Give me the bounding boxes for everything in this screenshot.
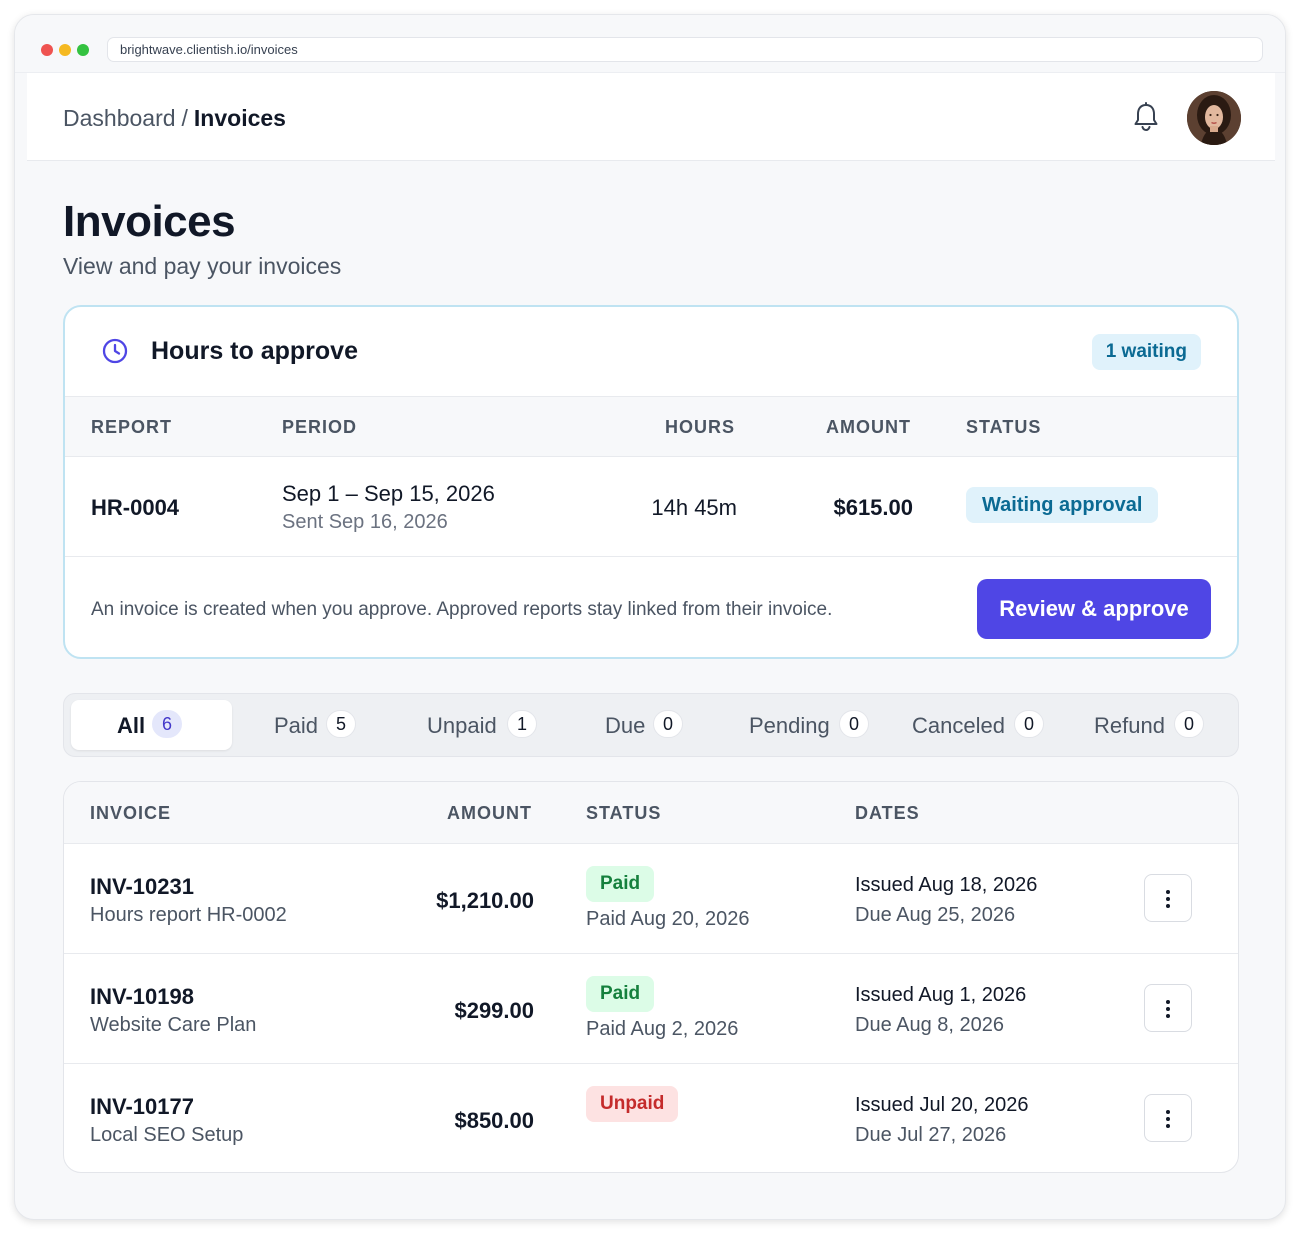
invoice-filter-tabs: All 6 Paid 5 Unpaid 1 Due 0 Pending 0 Ca… (63, 693, 1239, 757)
col-report: REPORT (91, 417, 173, 437)
breadcrumb-dashboard-link[interactable]: Dashboard (63, 105, 176, 131)
app-header: Dashboard / Invoices (27, 73, 1275, 161)
tab-count: 0 (1014, 710, 1044, 738)
tab-label: All (117, 713, 146, 738)
invoice-id[interactable]: INV-10177 (90, 1094, 194, 1120)
col-status: STATUS (966, 417, 1042, 437)
tab-due[interactable]: Due 0 (603, 700, 693, 750)
user-avatar-icon (1187, 91, 1241, 145)
page-subtitle: View and pay your invoices (63, 253, 342, 279)
paid-date: Paid Aug 2, 2026 (586, 1018, 739, 1040)
review-approve-button[interactable]: Review & approve (977, 579, 1211, 639)
address-bar[interactable]: brightwave.clientish.io/invoices (107, 37, 1263, 62)
tab-label: Unpaid (427, 713, 497, 738)
browser-window: brightwave.clientish.io/invoices Dashboa… (14, 14, 1286, 1220)
invoice-amount: $299.00 (454, 998, 534, 1023)
tab-count: 0 (839, 710, 869, 738)
invoice-amount: $1,210.00 (436, 888, 534, 913)
col-hours: HOURS (664, 417, 735, 437)
invoice-description: Website Care Plan (90, 1014, 257, 1036)
col-amount: AMOUNT (826, 417, 911, 437)
page-title: Invoices (63, 197, 236, 246)
issued-date: Issued Jul 20, 2026 (855, 1094, 1029, 1116)
report-amount: $615.00 (833, 495, 913, 520)
col-invoice: INVOICE (90, 803, 172, 823)
invoice-id[interactable]: INV-10231 (90, 874, 194, 900)
breadcrumb-separator: / (181, 105, 188, 131)
table-row[interactable]: HR-0004 Sep 1 – Sep 15, 2026 Sent Sep 16… (65, 457, 1237, 557)
paid-date: Paid Aug 20, 2026 (586, 908, 750, 930)
avatar[interactable] (1187, 91, 1241, 145)
col-amount: AMOUNT (447, 803, 532, 823)
tab-count: 6 (152, 710, 182, 738)
tab-count: 1 (507, 710, 537, 738)
tab-unpaid[interactable]: Unpaid 1 (425, 700, 540, 750)
tab-paid[interactable]: Paid 5 (272, 700, 372, 750)
breadcrumb: Dashboard / Invoices (63, 105, 286, 132)
clock-icon (102, 338, 128, 364)
tab-label: Pending (749, 713, 830, 738)
tab-canceled[interactable]: Canceled 0 (910, 700, 1055, 750)
invoice-amount: $850.00 (454, 1108, 534, 1133)
invoices-table: INVOICE AMOUNT STATUS DATES INV-10231 Ho… (63, 781, 1239, 1173)
invoice-description: Hours report HR-0002 (90, 904, 287, 926)
minimize-window-dot[interactable] (59, 44, 71, 56)
tab-label: Paid (274, 713, 319, 738)
tab-label: Canceled (912, 713, 1005, 738)
tab-count: 0 (1174, 710, 1204, 738)
approval-title: Hours to approve (151, 337, 358, 365)
tab-label: Due (605, 713, 646, 738)
breadcrumb-current: Invoices (193, 105, 286, 131)
table-row[interactable]: INV-10231 Hours report HR-0002 $1,210.00… (64, 844, 1238, 954)
tab-pending[interactable]: Pending 0 (747, 700, 877, 750)
row-actions-button[interactable] (1144, 984, 1192, 1032)
hours-approval-card: Hours to approve 1 waiting REPORT PERIOD… (63, 305, 1239, 659)
invoice-id[interactable]: INV-10198 (90, 984, 194, 1010)
approval-card-header: Hours to approve 1 waiting (65, 307, 1237, 397)
approval-table-header: REPORT PERIOD HOURS AMOUNT STATUS (65, 397, 1237, 457)
close-window-dot[interactable] (41, 44, 53, 56)
due-date: Due Aug 8, 2026 (855, 1014, 1005, 1036)
report-sent-date: Sent Sep 16, 2026 (282, 511, 448, 533)
tab-label: Refund (1094, 713, 1165, 738)
report-hours: 14h 45m (651, 495, 737, 520)
tab-refund[interactable]: Refund 0 (1092, 700, 1232, 750)
col-period: PERIOD (282, 417, 358, 437)
table-row[interactable]: INV-10177 Local SEO Setup $850.00 Unpaid… (64, 1064, 1238, 1172)
status-badge: Paid (586, 976, 655, 1012)
report-period: Sep 1 – Sep 15, 2026 (282, 481, 495, 506)
tab-all[interactable]: All 6 (71, 700, 232, 750)
table-row[interactable]: INV-10198 Website Care Plan $299.00 Paid… (64, 954, 1238, 1064)
tab-count: 5 (326, 710, 356, 738)
issued-date: Issued Aug 18, 2026 (855, 874, 1038, 896)
browser-chrome: brightwave.clientish.io/invoices (15, 15, 1285, 73)
main-content: Invoices View and pay your invoices Hour… (27, 161, 1275, 1209)
due-date: Due Aug 25, 2026 (855, 904, 1016, 926)
row-actions-button[interactable] (1144, 1094, 1192, 1142)
report-id: HR-0004 (91, 495, 180, 520)
invoice-description: Local SEO Setup (90, 1124, 244, 1146)
tab-count: 0 (653, 710, 683, 738)
invoices-table-header: INVOICE AMOUNT STATUS DATES (64, 782, 1238, 844)
row-actions-button[interactable] (1144, 874, 1192, 922)
waiting-count-badge: 1 waiting (1091, 334, 1201, 370)
issued-date: Issued Aug 1, 2026 (855, 984, 1027, 1006)
due-date: Due Jul 27, 2026 (855, 1124, 1007, 1146)
bell-icon[interactable] (1131, 101, 1161, 133)
col-dates: DATES (855, 803, 920, 823)
approval-note: An invoice is created when you approve. … (91, 599, 833, 620)
status-badge: Paid (586, 866, 655, 902)
status-badge: Unpaid (586, 1086, 679, 1122)
col-status: STATUS (586, 803, 662, 823)
status-badge: Waiting approval (966, 487, 1159, 523)
maximize-window-dot[interactable] (77, 44, 89, 56)
